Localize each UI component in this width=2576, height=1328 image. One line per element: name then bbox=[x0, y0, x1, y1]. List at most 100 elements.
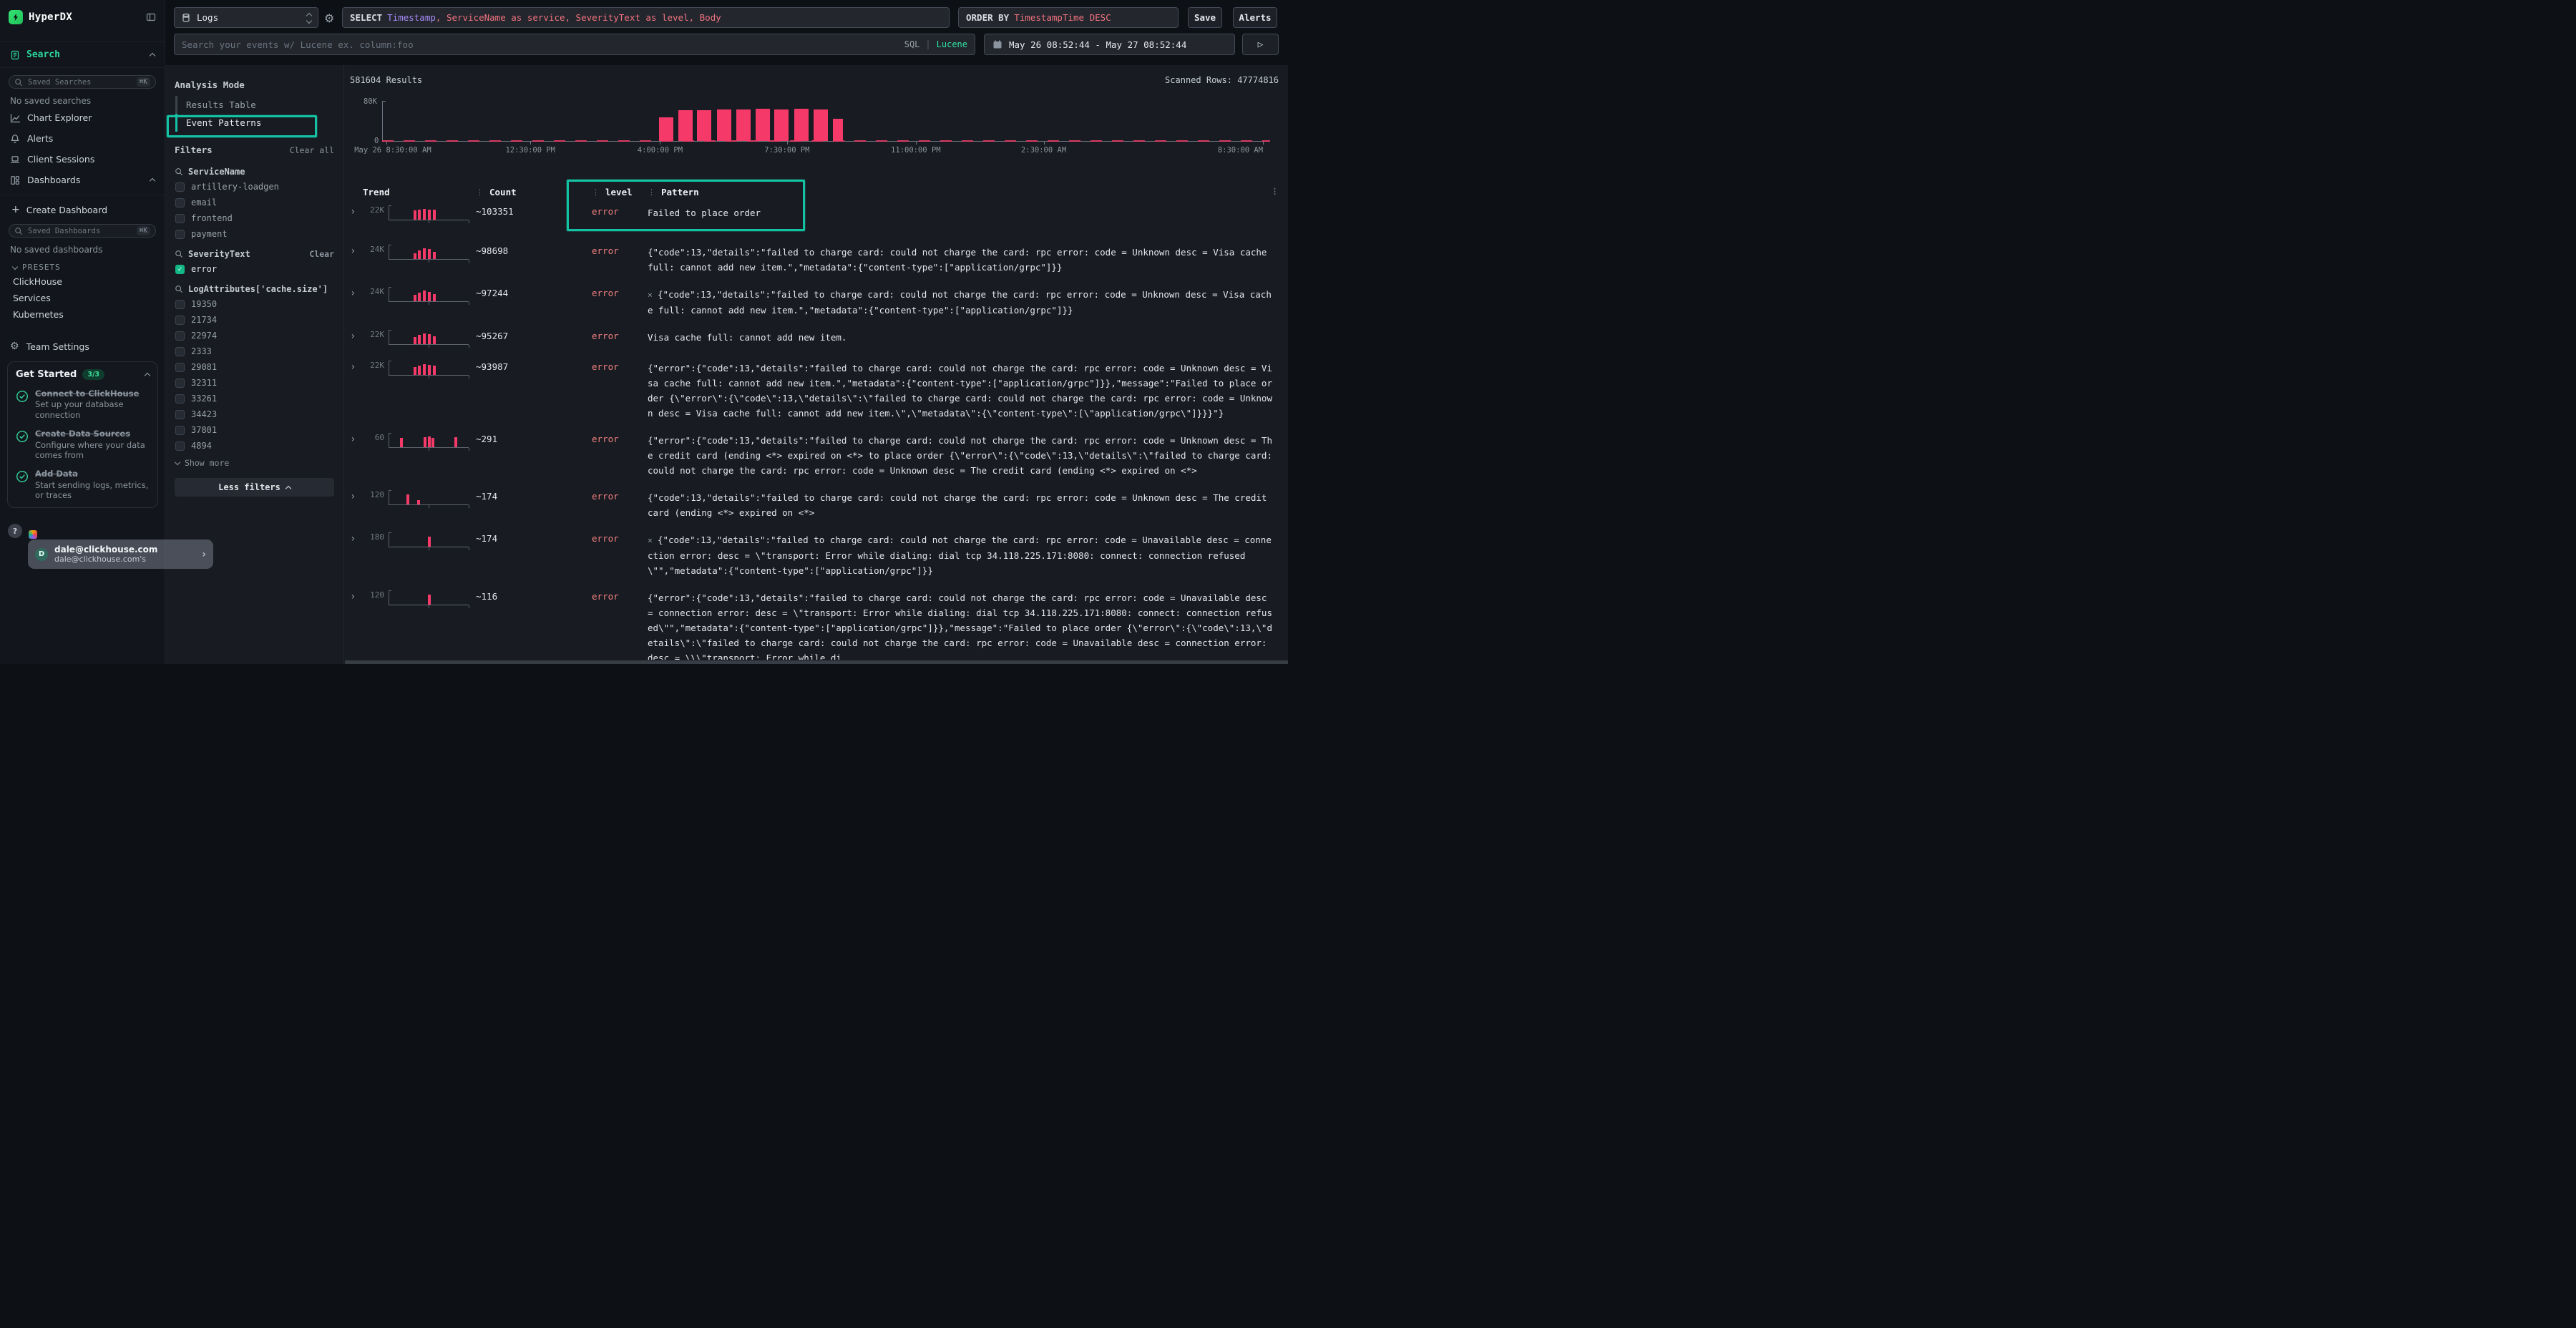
sidebar-item-team-settings[interactable]: ⚙ Team Settings bbox=[0, 336, 165, 357]
checkbox[interactable] bbox=[175, 441, 185, 451]
column-header-trend[interactable]: Trend bbox=[363, 187, 476, 197]
sidebar-item-chart-explorer[interactable]: Chart Explorer bbox=[0, 107, 165, 128]
sidebar-collapse-icon[interactable] bbox=[146, 12, 156, 22]
filter-option-19350[interactable]: 19350 bbox=[175, 296, 334, 312]
histogram-bar[interactable] bbox=[697, 110, 711, 141]
alerts-button[interactable]: Alerts bbox=[1233, 7, 1277, 28]
histogram-bar[interactable] bbox=[833, 119, 843, 141]
filter-option-frontend[interactable]: frontend bbox=[175, 210, 334, 226]
sidebar-item-dashboards[interactable]: Dashboards bbox=[0, 170, 165, 190]
histogram-bar[interactable] bbox=[756, 109, 770, 141]
drag-handle-icon[interactable]: ⋮ bbox=[592, 187, 600, 197]
less-filters-button[interactable]: Less filters bbox=[175, 478, 334, 497]
checkbox[interactable] bbox=[175, 363, 185, 372]
column-header-pattern[interactable]: ⋮Pattern bbox=[648, 187, 1279, 197]
filter-option-payment[interactable]: payment bbox=[175, 226, 334, 242]
checkbox[interactable] bbox=[175, 198, 185, 208]
table-options-icon[interactable]: ⋮ bbox=[1271, 187, 1279, 196]
histogram-bar[interactable] bbox=[736, 109, 751, 141]
checkbox[interactable] bbox=[175, 426, 185, 435]
checkbox[interactable] bbox=[175, 182, 185, 192]
checkbox[interactable] bbox=[175, 347, 185, 356]
clear-all-link[interactable]: Clear all bbox=[290, 145, 334, 155]
filter-option-29081[interactable]: 29081 bbox=[175, 359, 334, 375]
column-header-level[interactable]: ⋮level bbox=[592, 187, 648, 197]
expand-row-icon[interactable]: › bbox=[350, 590, 363, 660]
order-by-input[interactable]: ORDER BY TimestampTime DESC bbox=[958, 7, 1179, 28]
tab-event-patterns[interactable]: Event Patterns bbox=[175, 114, 343, 132]
expand-row-icon[interactable]: › bbox=[350, 205, 363, 224]
histogram-bar[interactable] bbox=[814, 109, 828, 141]
sidebar-item-alerts[interactable]: Alerts bbox=[0, 128, 165, 149]
filter-option-22974[interactable]: 22974 bbox=[175, 328, 334, 343]
checkbox[interactable] bbox=[175, 300, 185, 309]
horizontal-scrollbar[interactable] bbox=[345, 660, 1288, 664]
presets-toggle[interactable]: PRESETS bbox=[0, 256, 165, 273]
checkbox[interactable] bbox=[175, 230, 185, 239]
checkbox[interactable]: ✓ bbox=[175, 265, 185, 274]
dismiss-x-icon[interactable]: × bbox=[648, 290, 653, 300]
drag-handle-icon[interactable]: ⋮ bbox=[648, 187, 655, 197]
chevron-up-icon[interactable] bbox=[145, 373, 150, 379]
filter-option-email[interactable]: email bbox=[175, 195, 334, 210]
show-more-link[interactable]: Show more bbox=[175, 454, 334, 468]
checkbox[interactable] bbox=[175, 379, 185, 388]
expand-row-icon[interactable]: › bbox=[350, 490, 363, 520]
histogram-bar[interactable] bbox=[659, 117, 673, 141]
sidebar-section-search[interactable]: Search bbox=[0, 42, 165, 68]
checkbox[interactable] bbox=[175, 394, 185, 404]
checkbox[interactable] bbox=[175, 214, 185, 223]
filter-option-21734[interactable]: 21734 bbox=[175, 312, 334, 328]
pattern-row-7[interactable]: ›120~174error{"code":13,"details":"faile… bbox=[350, 490, 1279, 520]
lucene-search-input[interactable]: Search your events w/ Lucene ex. column:… bbox=[174, 34, 975, 55]
filter-option-4894[interactable]: 4894 bbox=[175, 438, 334, 454]
filter-option-error[interactable]: ✓error bbox=[175, 261, 334, 277]
filter-option-artillery-loadgen[interactable]: artillery-loadgen bbox=[175, 179, 334, 195]
checkbox[interactable] bbox=[175, 410, 185, 419]
help-button[interactable]: ? bbox=[8, 524, 22, 538]
filter-option-37801[interactable]: 37801 bbox=[175, 422, 334, 438]
get-started-item[interactable]: Add DataStart sending logs, metrics, or … bbox=[16, 469, 150, 500]
histogram-bar[interactable] bbox=[717, 109, 731, 141]
user-menu[interactable]: D dale@clickhouse.com dale@clickhouse.co… bbox=[28, 540, 213, 569]
dismiss-x-icon[interactable]: × bbox=[648, 535, 653, 545]
sidebar-item-client-sessions[interactable]: Client Sessions bbox=[0, 149, 165, 170]
checkbox[interactable] bbox=[175, 331, 185, 341]
pattern-row-1[interactable]: ›22K~103351errorFailed to place order bbox=[350, 205, 1279, 224]
sql-mode-toggle[interactable]: SQL bbox=[904, 39, 920, 49]
select-query-input[interactable]: SELECT Timestamp , ServiceName as servic… bbox=[342, 7, 950, 28]
pattern-row-9[interactable]: ›120~116error{"error":{"code":13,"detail… bbox=[350, 590, 1279, 660]
date-range-picker[interactable]: May 26 08:52:44 - May 27 08:52:44 bbox=[984, 34, 1235, 55]
preset-link-clickhouse[interactable]: ClickHouse bbox=[0, 273, 165, 290]
results-histogram[interactable] bbox=[382, 101, 1270, 142]
filter-option-34423[interactable]: 34423 bbox=[175, 406, 334, 422]
pattern-row-8[interactable]: ›180~174error×{"code":13,"details":"fail… bbox=[350, 532, 1279, 578]
lucene-mode-toggle[interactable]: Lucene bbox=[937, 39, 967, 49]
saved-searches-input[interactable]: Saved Searches ⌘K bbox=[9, 75, 156, 89]
source-select[interactable]: Logs bbox=[174, 7, 318, 28]
checkbox[interactable] bbox=[175, 316, 185, 325]
expand-row-icon[interactable]: › bbox=[350, 532, 363, 578]
filter-option-33261[interactable]: 33261 bbox=[175, 391, 334, 406]
save-button[interactable]: Save bbox=[1188, 7, 1222, 28]
create-dashboard-button[interactable]: + Create Dashboard bbox=[0, 195, 165, 217]
histogram-bar[interactable] bbox=[794, 109, 809, 141]
pattern-row-5[interactable]: ›22K~93987error{"error":{"code":13,"deta… bbox=[350, 361, 1279, 421]
histogram-bar[interactable] bbox=[678, 110, 693, 141]
source-settings-gear-icon[interactable]: ⚙ bbox=[324, 11, 334, 25]
get-started-item[interactable]: Create Data SourcesConfigure where your … bbox=[16, 429, 150, 460]
preset-link-services[interactable]: Services bbox=[0, 290, 165, 306]
pattern-row-4[interactable]: ›22K~95267errorVisa cache full: cannot a… bbox=[350, 330, 1279, 348]
run-query-button[interactable]: ▷ bbox=[1242, 34, 1279, 55]
pattern-row-2[interactable]: ›24K~98698error{"code":13,"details":"fai… bbox=[350, 245, 1279, 275]
expand-row-icon[interactable]: › bbox=[350, 245, 363, 275]
histogram-bar[interactable] bbox=[774, 109, 789, 141]
expand-row-icon[interactable]: › bbox=[350, 330, 363, 348]
expand-row-icon[interactable]: › bbox=[350, 361, 363, 421]
tab-results-table[interactable]: Results Table bbox=[175, 96, 343, 114]
pattern-row-3[interactable]: ›24K~97244error×{"code":13,"details":"fa… bbox=[350, 287, 1279, 318]
filter-option-2333[interactable]: 2333 bbox=[175, 343, 334, 359]
saved-dashboards-input[interactable]: Saved Dashboards ⌘K bbox=[9, 224, 156, 238]
expand-row-icon[interactable]: › bbox=[350, 433, 363, 478]
drag-handle-icon[interactable]: ⋮ bbox=[476, 187, 484, 197]
